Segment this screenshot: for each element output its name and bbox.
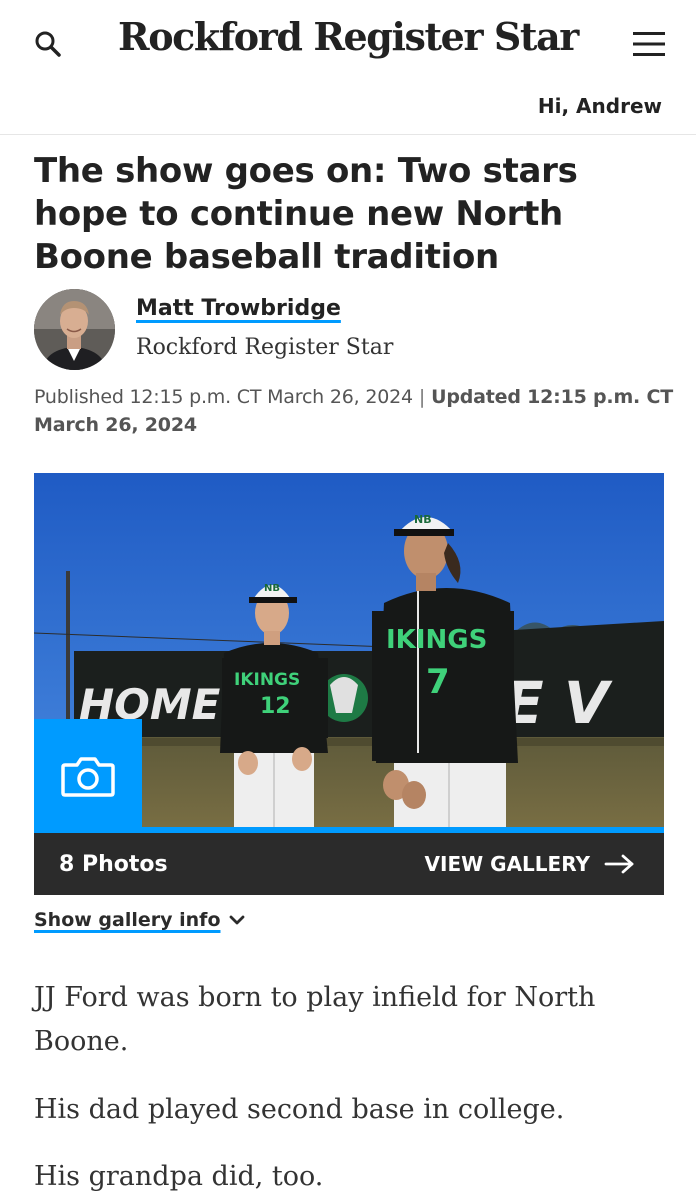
jersey-right-number: 7: [426, 662, 450, 702]
article-paragraph: His dad played second base in college.: [34, 1094, 565, 1125]
timestamp-separator: |: [418, 386, 426, 408]
site-masthead[interactable]: Rockford Register Star: [0, 14, 696, 59]
author-portrait-image: [34, 289, 115, 370]
fence-text-right: E V: [504, 669, 613, 737]
article-headline: The show goes on: Two stars hope to cont…: [34, 151, 578, 277]
author-name-link[interactable]: Matt Trowbridge: [136, 296, 341, 321]
site-header: Rockford Register Star Hi, Andrew: [0, 0, 696, 135]
gallery-info-label: Show gallery info: [34, 909, 221, 931]
view-gallery-button[interactable]: VIEW GALLERY: [425, 852, 636, 876]
chevron-down-icon: [229, 915, 244, 925]
jersey-left-text: IKINGS: [234, 670, 300, 690]
article-timestamps: Published 12:15 p.m. CT March 26, 2024 | U…: [34, 383, 674, 439]
author-avatar[interactable]: [34, 289, 115, 370]
menu-button[interactable]: [626, 22, 672, 66]
author-publication: Rockford Register Star: [136, 335, 394, 360]
camera-icon: [61, 757, 115, 797]
user-greeting[interactable]: Hi, Andrew: [538, 94, 662, 118]
view-gallery-label: VIEW GALLERY: [424, 852, 590, 876]
article-paragraph: JJ Ford was born to play infield for Nor…: [34, 982, 596, 1057]
hamburger-menu-icon: [633, 32, 665, 56]
cap-logo-right: NB: [414, 513, 432, 526]
show-gallery-info-toggle[interactable]: Show gallery info: [34, 909, 245, 931]
hero-photo[interactable]: HOME O E V IKINGS 12 NB IKINGS 7 NB: [34, 473, 664, 833]
cap-logo-left: NB: [264, 583, 280, 594]
jersey-left-number: 12: [260, 694, 291, 719]
camera-badge[interactable]: [34, 719, 142, 833]
article-paragraph: His grandpa did, too.: [34, 1161, 324, 1192]
jersey-right-text: IKINGS: [386, 625, 487, 655]
arrow-right-icon: [604, 854, 634, 874]
photo-count: 8 Photos: [59, 851, 168, 877]
published-time: Published 12:15 p.m. CT March 26, 2024: [34, 386, 413, 408]
gallery-bar[interactable]: 8 Photos VIEW GALLERY: [34, 833, 664, 895]
